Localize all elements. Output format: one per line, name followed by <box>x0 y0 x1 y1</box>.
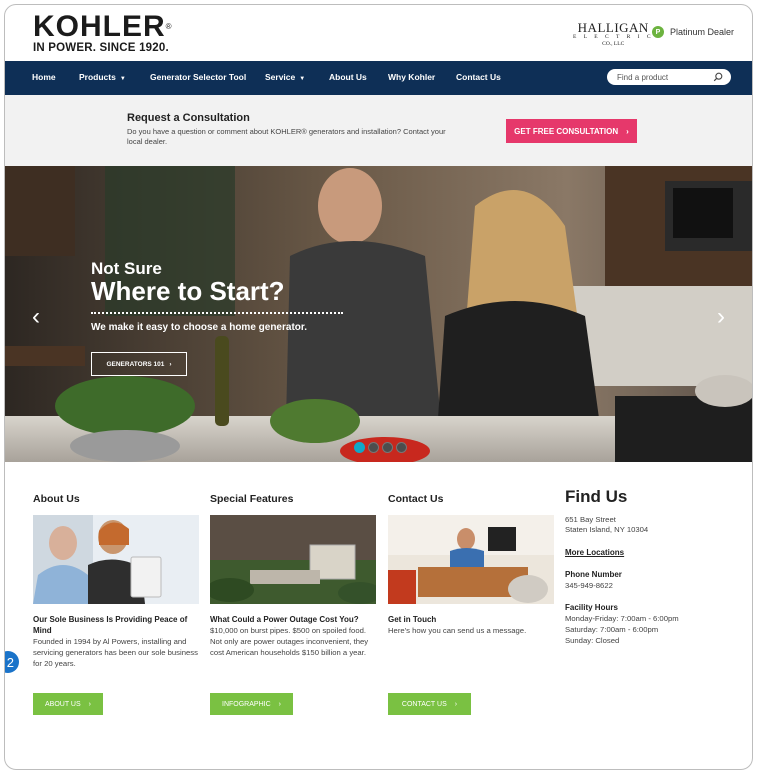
chevron-right-icon: › <box>169 360 172 368</box>
search-icon[interactable] <box>713 72 723 82</box>
generators-101-button[interactable]: GENERATORS 101 › <box>91 352 187 376</box>
carousel-prev-arrow-icon[interactable]: ‹ <box>32 303 40 331</box>
nav-label: Home <box>32 72 56 82</box>
consultation-title: Request a Consultation <box>127 112 250 124</box>
address-line-2: Staten Island, NY 10304 <box>565 525 649 534</box>
consultation-button-label: GET FREE CONSULTATION <box>514 126 619 136</box>
carousel-dot[interactable] <box>354 442 365 453</box>
hero-subtitle: We make it easy to choose a home generat… <box>91 322 308 333</box>
site-header: KOHLER® IN POWER. SINCE 1920. HALLIGAN E… <box>5 5 752 60</box>
nav-item-contact-us[interactable]: Contact Us <box>456 72 501 82</box>
hero-title: Where to Start? <box>91 276 285 306</box>
find-us-title: Find Us <box>565 487 628 506</box>
chevron-down-icon: ▼ <box>299 76 306 82</box>
hero-carousel: Not Sure Where to Start? We make it easy… <box>5 166 752 462</box>
about-us-button-label: ABOUT US <box>45 700 81 708</box>
infographic-button-label: INFOGRAPHIC <box>222 700 271 708</box>
hero-kitchen-photo <box>5 166 752 462</box>
infographic-button[interactable]: INFOGRAPHIC › <box>210 693 293 715</box>
contact-us-button-label: CONTACT US <box>401 700 447 708</box>
dealer-logo-name: HALLIGAN <box>577 20 649 35</box>
carousel-next-arrow-icon[interactable]: › <box>717 303 725 331</box>
hero-divider <box>91 312 343 314</box>
hours-label: Facility Hours <box>565 603 618 612</box>
nav-item-home[interactable]: Home <box>32 72 56 82</box>
contact-us-text: Here's how you can send us a message. <box>388 626 527 635</box>
logo-registered-mark: ® <box>165 22 173 31</box>
hours-saturday: Saturday: 7:00am - 6:00pm <box>565 625 659 634</box>
contact-us-title: Contact Us <box>388 493 444 505</box>
chevron-right-icon: › <box>88 700 91 708</box>
special-features-heading: What Could a Power Outage Cost You? <box>210 615 359 624</box>
about-us-heading: Our Sole Business Is Providing Peace of … <box>33 615 188 635</box>
platinum-badge-icon: P <box>652 26 664 38</box>
nav-item-generator-selector[interactable]: Generator Selector Tool <box>150 72 246 82</box>
contact-us-heading: Get in Touch <box>388 615 437 624</box>
about-us-title: About Us <box>33 493 80 505</box>
get-free-consultation-button[interactable]: GET FREE CONSULTATION › <box>506 119 637 143</box>
about-us-text: Founded in 1994 by Al Powers, installing… <box>33 637 198 668</box>
nav-label: Contact Us <box>456 72 501 82</box>
nav-item-products[interactable]: Products ▼ <box>79 72 126 82</box>
nav-item-service[interactable]: Service ▼ <box>265 72 305 82</box>
contact-us-button[interactable]: CONTACT US › <box>388 693 471 715</box>
about-us-button[interactable]: ABOUT US › <box>33 693 103 715</box>
dealer-level-label: Platinum Dealer <box>670 27 735 37</box>
chevron-down-icon: ▼ <box>119 76 126 82</box>
chevron-right-icon: › <box>454 700 458 708</box>
hours-sunday: Sunday: Closed <box>565 636 620 645</box>
kohler-logo[interactable]: KOHLER® IN POWER. SINCE 1920. <box>33 10 173 55</box>
carousel-dot[interactable] <box>396 442 407 453</box>
contact-us-image <box>388 515 554 604</box>
chevron-right-icon: › <box>278 700 281 708</box>
nav-label: Service <box>265 72 296 82</box>
nav-label: About Us <box>329 72 367 82</box>
carousel-dots <box>354 442 407 453</box>
annotation-step-badge: 2 <box>5 651 19 673</box>
about-us-image <box>33 515 199 604</box>
nav-label: Generator Selector Tool <box>150 72 247 82</box>
nav-label: Why Kohler <box>388 72 436 82</box>
special-features-image <box>210 515 376 604</box>
phone-label: Phone Number <box>565 570 622 579</box>
address-line-1: 651 Bay Street <box>565 515 616 524</box>
logo-wordmark: KOHLER <box>33 10 166 43</box>
chevron-right-icon: › <box>626 126 629 136</box>
dealer-logo-electric: E L E C T R I C <box>573 34 654 40</box>
generators-101-label: GENERATORS 101 <box>106 360 165 368</box>
phone-number[interactable]: 345-949-8622 <box>565 581 613 592</box>
dealer-logo: HALLIGAN E L E C T R I C CO., LLC <box>573 21 654 47</box>
more-locations-link[interactable]: More Locations <box>565 548 624 557</box>
special-features-text: $10,000 on burst pipes. $500 on spoiled … <box>210 626 369 657</box>
nav-item-about-us[interactable]: About Us <box>329 72 367 82</box>
browser-frame: KOHLER® IN POWER. SINCE 1920. HALLIGAN E… <box>4 4 753 770</box>
nav-label: Products <box>79 72 116 82</box>
carousel-dot[interactable] <box>368 442 379 453</box>
search-input[interactable] <box>617 71 707 83</box>
find-us-address: 651 Bay Street Staten Island, NY 10304 <box>565 515 648 535</box>
carousel-dot[interactable] <box>382 442 393 453</box>
consultation-text: Do you have a question or comment about … <box>127 127 446 146</box>
special-features-title: Special Features <box>210 493 294 505</box>
hours-weekday: Monday-Friday: 7:00am - 6:00pm <box>565 614 679 623</box>
product-search[interactable] <box>607 69 731 85</box>
dealer-status: P Platinum Dealer <box>652 26 734 38</box>
logo-tagline: IN POWER. SINCE 1920. <box>33 42 169 54</box>
dealer-logo-company: CO., LLC <box>602 41 625 47</box>
nav-item-why-kohler[interactable]: Why Kohler <box>388 72 435 82</box>
